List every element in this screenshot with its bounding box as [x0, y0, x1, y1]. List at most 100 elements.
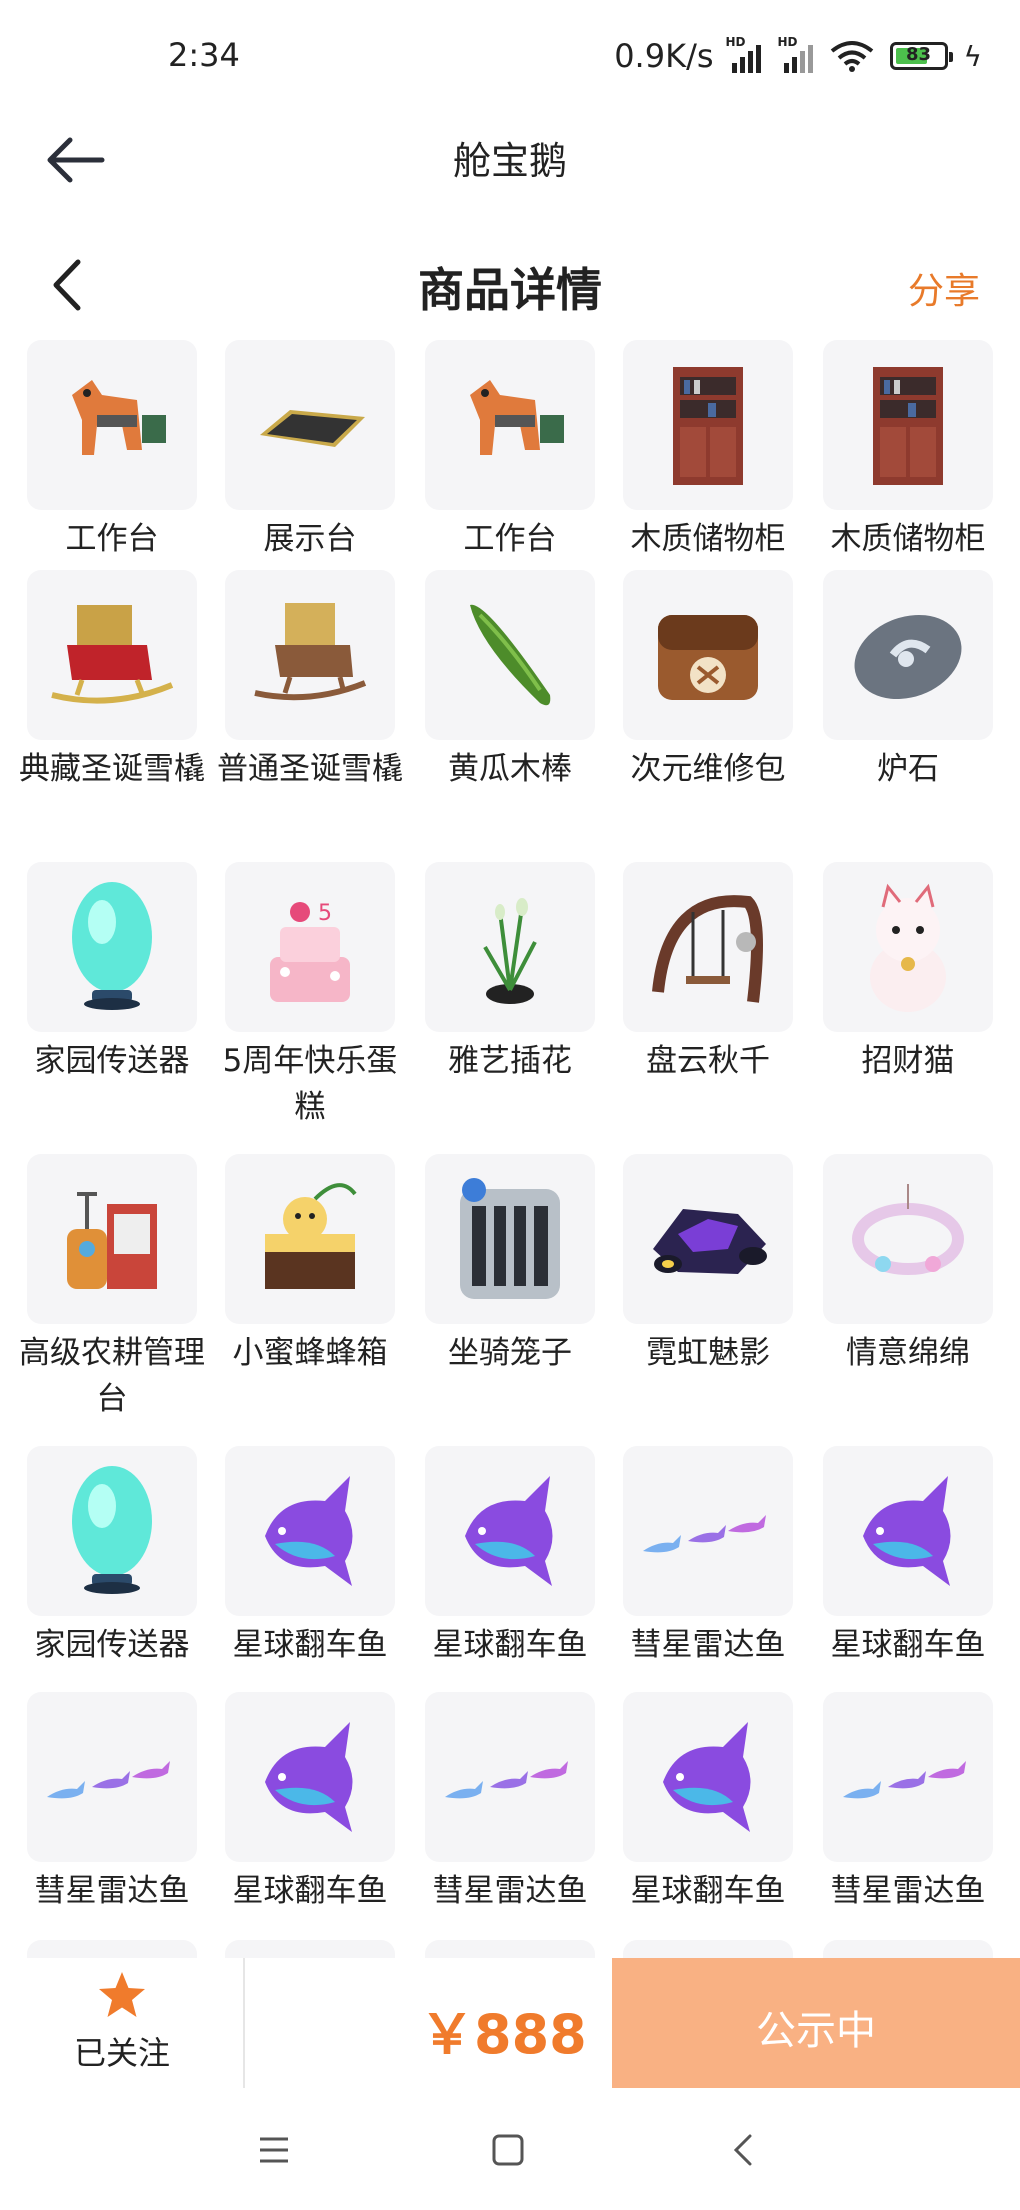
- grid-item[interactable]: 展示台: [210, 340, 410, 562]
- grid-item-label: 5周年快乐蛋糕: [222, 1043, 398, 1125]
- grid-item-partial[interactable]: [608, 1940, 808, 1960]
- grid-item-partial[interactable]: [210, 1940, 410, 1960]
- grid-item-label: 工作台: [463, 521, 557, 557]
- comet-fish-icon: [27, 1692, 197, 1862]
- home-icon[interactable]: [488, 2130, 528, 2170]
- follow-label: 已关注: [73, 2034, 170, 2072]
- follow-button[interactable]: 已关注: [0, 1958, 244, 2088]
- grid-item-label: 高级农耕管理台: [19, 1335, 205, 1417]
- app-header: 舱宝鹅: [0, 110, 1020, 215]
- grid-item-label: 雅艺插花: [448, 1043, 572, 1079]
- cake-icon: 5: [225, 862, 395, 1032]
- grid-item[interactable]: 霓虹魅影: [608, 1154, 808, 1376]
- status-button[interactable]: 公示中: [612, 1958, 1020, 2088]
- grid-item-label: 坐骑笼子: [448, 1335, 572, 1371]
- swing-icon: [623, 862, 793, 1032]
- grid-item-label: 星球翻车鱼: [830, 1627, 986, 1663]
- status-button-label: 公示中: [756, 2008, 876, 2054]
- grid-item-label: 工作台: [65, 521, 159, 557]
- grid-item[interactable]: 木质储物柜: [608, 340, 808, 562]
- hearthstone-icon: [823, 570, 993, 740]
- grid-item-label: 展示台: [263, 521, 357, 557]
- repair-bag-icon: [623, 570, 793, 740]
- item-grid: 工作台 展示台 工作台 木质储物柜 木质储物柜典藏圣诞雪橇 普通圣诞雪橇 黄瓜木棒 次元维修包…: [0, 340, 1020, 1960]
- grid-item-label: 星球翻车鱼: [232, 1873, 388, 1909]
- grid-item-label: 星球翻车鱼: [630, 1873, 786, 1909]
- grid-item[interactable]: 高级农耕管理台: [12, 1154, 212, 1422]
- app-title: 舱宝鹅: [452, 139, 567, 183]
- teleporter-egg-icon: [27, 862, 197, 1032]
- sunfish-icon: [823, 1446, 993, 1616]
- comet-fish-icon: [425, 1692, 595, 1862]
- page-title: 商品详情: [418, 263, 602, 317]
- teleporter-egg-icon: [27, 1446, 197, 1616]
- grid-item[interactable]: 情意绵绵: [808, 1154, 1008, 1376]
- grid-item-label: 彗星雷达鱼: [432, 1873, 588, 1909]
- grid-item[interactable]: 星球翻车鱼: [210, 1446, 410, 1668]
- grid-item[interactable]: 小蜜蜂蜂箱: [210, 1154, 410, 1376]
- display-stand-icon: [225, 340, 395, 510]
- grid-item[interactable]: 典藏圣诞雪橇: [12, 570, 212, 792]
- grid-item-partial[interactable]: [808, 1940, 1008, 1960]
- battery-icon: 83: [889, 42, 953, 70]
- grid-item-partial[interactable]: [12, 1940, 212, 1960]
- action-bar: 已关注 ￥888 公示中: [0, 1958, 1020, 2088]
- grid-item-label: 普通圣诞雪橇: [217, 751, 403, 787]
- horse-workbench-icon: [425, 340, 595, 510]
- grid-item[interactable]: 木质储物柜: [808, 340, 1008, 562]
- grid-item[interactable]: 坐骑笼子: [410, 1154, 610, 1376]
- grid-item-label: 炉石: [877, 751, 939, 787]
- grid-item[interactable]: 星球翻车鱼: [608, 1692, 808, 1914]
- grid-item[interactable]: 彗星雷达鱼: [808, 1692, 1008, 1914]
- back-icon[interactable]: [724, 2130, 764, 2170]
- thumbnail-placeholder: [623, 1940, 793, 1960]
- ornament-wreath-icon: [823, 1154, 993, 1324]
- grid-item-partial[interactable]: [410, 1940, 610, 1960]
- grid-item-label: 次元维修包: [630, 751, 786, 787]
- grid-item[interactable]: 5 5周年快乐蛋糕: [210, 862, 410, 1130]
- grid-item[interactable]: 盘云秋千: [608, 862, 808, 1084]
- battery-level: 83: [905, 44, 932, 65]
- comet-fish-icon: [823, 1692, 993, 1862]
- share-button[interactable]: 分享: [908, 262, 980, 314]
- price: ￥888: [420, 2003, 587, 2066]
- signal-icon: HD: [778, 35, 822, 73]
- grid-item[interactable]: 普通圣诞雪橇: [210, 570, 410, 792]
- grid-item[interactable]: 雅艺插花: [410, 862, 610, 1084]
- grid-item[interactable]: 家园传送器: [12, 1446, 212, 1668]
- signal-icon: HD: [726, 35, 770, 73]
- comet-fish-icon: [623, 1446, 793, 1616]
- wifi-icon: [830, 41, 873, 72]
- grid-item[interactable]: 彗星雷达鱼: [608, 1446, 808, 1668]
- grid-item[interactable]: 彗星雷达鱼: [12, 1692, 212, 1914]
- status-time: 2:34: [168, 36, 240, 74]
- thumbnail-placeholder: [225, 1940, 395, 1960]
- menu-icon[interactable]: [254, 2130, 294, 2170]
- network-speed: 0.9K/s: [614, 37, 714, 75]
- grid-item[interactable]: 彗星雷达鱼: [410, 1692, 610, 1914]
- grid-item[interactable]: 星球翻车鱼: [210, 1692, 410, 1914]
- thumbnail-placeholder: [823, 1940, 993, 1960]
- lucky-cat-icon: [823, 862, 993, 1032]
- grid-item[interactable]: 星球翻车鱼: [808, 1446, 1008, 1668]
- sunfish-icon: [623, 1692, 793, 1862]
- grid-item-label: 星球翻车鱼: [232, 1627, 388, 1663]
- sunfish-icon: [225, 1692, 395, 1862]
- grid-item[interactable]: 家园传送器: [12, 862, 212, 1084]
- thumbnail-placeholder: [27, 1940, 197, 1960]
- grid-item[interactable]: 工作台: [12, 340, 212, 562]
- grid-item-label: 彗星雷达鱼: [630, 1627, 786, 1663]
- grid-item[interactable]: 招财猫: [808, 862, 1008, 1084]
- wooden-cabinet-icon: [623, 340, 793, 510]
- charging-icon: ϟ: [963, 39, 982, 73]
- grid-item[interactable]: 星球翻车鱼: [410, 1446, 610, 1668]
- grid-item-label: 黄瓜木棒: [448, 751, 572, 787]
- grid-item[interactable]: 次元维修包: [608, 570, 808, 792]
- grid-item[interactable]: 炉石: [808, 570, 1008, 792]
- grid-item-label: 家园传送器: [34, 1043, 190, 1079]
- grid-item-label: 情意绵绵: [846, 1335, 970, 1371]
- grid-item[interactable]: 工作台: [410, 340, 610, 562]
- grid-item[interactable]: 黄瓜木棒: [410, 570, 610, 792]
- flower-pot-icon: [425, 862, 595, 1032]
- neon-vehicle-icon: [623, 1154, 793, 1324]
